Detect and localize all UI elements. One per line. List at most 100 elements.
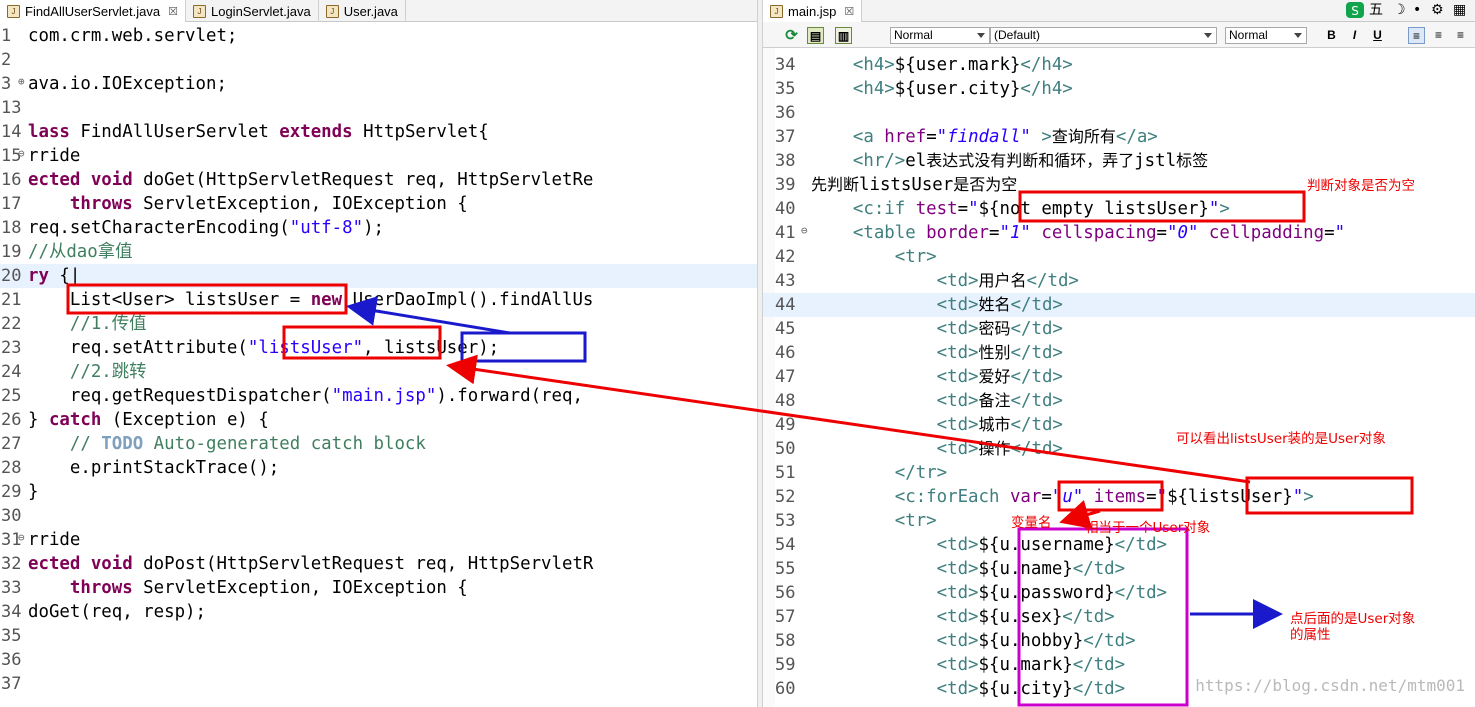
code-line[interactable]: 18 req.setCharacterEncoding("utf-8"); <box>0 216 757 240</box>
dot-icon[interactable]: • <box>1413 1 1421 19</box>
code-line[interactable]: 22 //1.传值 <box>0 312 757 336</box>
code-line[interactable]: 55 <td>${u.name}</td> <box>763 557 1475 581</box>
underline-button[interactable]: U <box>1369 27 1386 44</box>
code-line[interactable]: 41 ⊖ <table border="1" cellspacing="0" ce… <box>763 221 1475 245</box>
code-line[interactable]: 34 doGet(req, resp); <box>0 600 757 624</box>
code-token: </td> <box>1010 295 1063 315</box>
code-token: cellpadding <box>1208 223 1325 243</box>
code-line[interactable]: 59 <td>${u.mark}</td> <box>763 653 1475 677</box>
code-line[interactable]: 46 <td>性别</td> <box>763 341 1475 365</box>
code-text: <tr> <box>811 509 937 533</box>
refresh-icon[interactable]: ⟳ <box>783 27 800 44</box>
code-line[interactable]: 32 ected void doPost(HttpServletRequest r… <box>0 552 757 576</box>
code-token: "main.jsp" <box>331 386 437 406</box>
code-line[interactable]: 20 ry {| <box>0 264 757 288</box>
code-text: <td>爱好</td> <box>811 365 1063 389</box>
code-line[interactable]: 52 <c:forEach var="u" items="${listsUser… <box>763 485 1475 509</box>
note-user-object: 可以看出listsUser装的是User对象 <box>1176 431 1386 447</box>
code-line[interactable]: 27 // TODO Auto-generated catch block <box>0 432 757 456</box>
font-select[interactable]: (Default) <box>990 27 1217 44</box>
align-center-icon[interactable]: ≡ <box>1430 27 1447 44</box>
paragraph-format-select[interactable]: Normal <box>890 27 990 44</box>
code-line[interactable]: 51 </tr> <box>763 461 1475 485</box>
fold-toggle-icon[interactable]: ⊖ <box>18 142 25 166</box>
gear-icon[interactable]: ⚙ <box>1431 1 1444 19</box>
tab-loginservlet-java[interactable]: J LoginServlet.java <box>186 0 319 22</box>
tab-user-java[interactable]: J User.java <box>319 0 406 22</box>
code-line[interactable]: 47 <td>爱好</td> <box>763 365 1475 389</box>
code-line[interactable]: 48 <td>备注</td> <box>763 389 1475 413</box>
code-line[interactable]: 25 req.getRequestDispatcher("main.jsp").… <box>0 384 757 408</box>
right-tab-bar: J main.jsp ☒ S 五 ☽ • ⚙ ▦ <box>763 0 1475 22</box>
code-line[interactable]: 17 throws ServletException, IOException … <box>0 192 757 216</box>
fold-toggle-icon[interactable]: ⊖ <box>18 526 25 550</box>
code-line[interactable]: 1 com.crm.web.servlet; <box>0 24 757 48</box>
jsp-file-icon: J <box>770 4 783 18</box>
code-line[interactable]: 15 ⊖ rride <box>0 144 757 168</box>
java-file-icon: J <box>192 4 206 18</box>
font-size-select[interactable]: Normal <box>1225 27 1307 44</box>
jsp-editor-pane: J main.jsp ☒ S 五 ☽ • ⚙ ▦ ⟳ ▤ ▥ Normal (D… <box>763 0 1475 707</box>
code-line[interactable]: 21 List<User> listsUser = new UserDaoImp… <box>0 288 757 312</box>
code-line[interactable]: 38 <hr/>el表达式没有判断和循环，弄了jstl标签 <box>763 149 1475 173</box>
code-line[interactable]: 28 e.printStackTrace(); <box>0 456 757 480</box>
code-line[interactable]: 14 lass FindAllUserServlet extends HttpSe… <box>0 120 757 144</box>
line-number: 34 <box>775 55 796 75</box>
code-line[interactable]: 42 <tr> <box>763 245 1475 269</box>
code-line[interactable]: 35 <box>0 624 757 648</box>
close-icon[interactable]: ☒ <box>844 5 854 18</box>
code-token: //2.跳转 <box>28 362 147 382</box>
code-line[interactable]: 3 ⊕ ava.io.IOException; <box>0 72 757 96</box>
code-token: List<User> listsUser = <box>28 290 311 310</box>
code-line[interactable]: 24 //2.跳转 <box>0 360 757 384</box>
code-token: <td> <box>811 319 979 339</box>
code-line[interactable]: 13 <box>0 96 757 120</box>
tab-findalluserservlet-java[interactable]: J FindAllUserServlet.java ☒ <box>0 0 186 22</box>
italic-button[interactable]: I <box>1346 27 1363 44</box>
code-line[interactable]: 23 req.setAttribute("listsUser", listsUs… <box>0 336 757 360</box>
close-icon[interactable]: ☒ <box>168 5 178 18</box>
split-horizontal-icon[interactable]: ▤ <box>807 27 824 44</box>
code-text: lass FindAllUserServlet extends HttpServ… <box>28 120 489 144</box>
code-line[interactable]: 16 ected void doGet(HttpServletRequest re… <box>0 168 757 192</box>
code-line[interactable]: 56 <td>${u.password}</td> <box>763 581 1475 605</box>
code-line[interactable]: 36 <box>0 648 757 672</box>
code-line[interactable]: 30 <box>0 504 757 528</box>
code-line[interactable]: 35 <h4>${user.city}</h4> <box>763 77 1475 101</box>
align-left-icon[interactable]: ≡ <box>1408 27 1425 44</box>
align-right-icon[interactable]: ≡ <box>1452 27 1469 44</box>
code-line[interactable]: 29} <box>0 480 757 504</box>
code-line[interactable]: 45 <td>密码</td> <box>763 317 1475 341</box>
code-text: throws ServletException, IOException { <box>28 576 468 600</box>
code-text: <td>操作</td> <box>811 437 1063 461</box>
code-line[interactable]: 40 <c:if test="${not empty listsUser}"> <box>763 197 1475 221</box>
code-line[interactable]: 58 <td>${u.hobby}</td> <box>763 629 1475 653</box>
code-line[interactable]: 37 <a href="findall" >查询所有</a> <box>763 125 1475 149</box>
code-token: 查询所有 <box>1051 127 1116 146</box>
code-line[interactable]: 26} catch (Exception e) { <box>0 408 757 432</box>
tab-main-jsp[interactable]: J main.jsp ☒ <box>763 0 863 22</box>
code-token: </td> <box>1010 319 1063 339</box>
code-line[interactable]: 19 //从dao拿值 <box>0 240 757 264</box>
code-token: test <box>915 199 958 219</box>
code-line[interactable]: 54 <td>${u.username}</td> <box>763 533 1475 557</box>
code-line[interactable]: 44 <td>姓名</td> <box>763 293 1475 317</box>
code-token: ); <box>363 218 385 238</box>
code-line[interactable]: 34 <h4>${user.mark}</h4> <box>763 53 1475 77</box>
code-line[interactable]: 2 <box>0 48 757 72</box>
bold-button[interactable]: B <box>1323 27 1340 44</box>
fold-toggle-icon[interactable]: ⊖ <box>801 219 808 243</box>
fold-toggle-icon[interactable]: ⊕ <box>18 70 25 94</box>
ime-mode-icon[interactable]: 五 <box>1369 1 1383 19</box>
split-vertical-icon[interactable]: ▥ <box>835 27 852 44</box>
code-line[interactable]: 37 <box>0 672 757 696</box>
moon-icon[interactable]: ☽ <box>1393 1 1406 19</box>
line-number: 32 <box>1 554 22 574</box>
code-token: = <box>1041 487 1052 507</box>
grid-icon[interactable]: ▦ <box>1453 1 1466 19</box>
code-line[interactable]: 43 <td>用户名</td> <box>763 269 1475 293</box>
code-line[interactable]: 36 <box>763 101 1475 125</box>
java-code-area[interactable]: 1 com.crm.web.servlet; 2 3 ⊕ ava.io.IOExcepti… <box>0 24 757 707</box>
code-line[interactable]: 31 ⊖ rride <box>0 528 757 552</box>
code-line[interactable]: 33 throws ServletException, IOException … <box>0 576 757 600</box>
